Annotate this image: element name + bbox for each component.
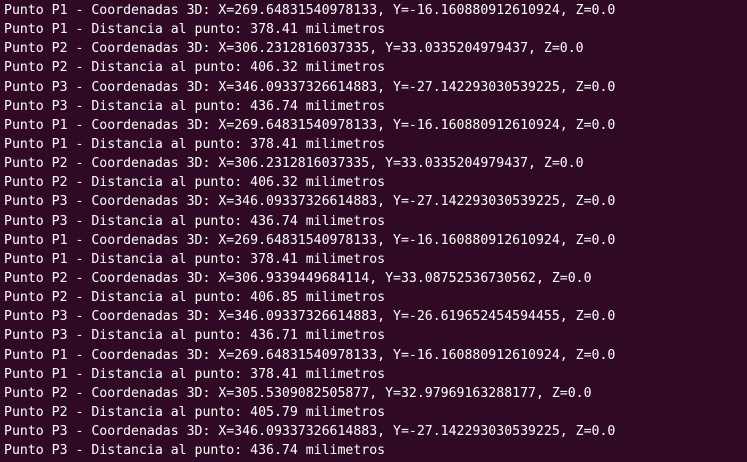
terminal-line: Punto P3 - Coordenadas 3D: X=346.0933732… bbox=[4, 309, 616, 325]
terminal-line: Punto P2 - Coordenadas 3D: X=305.5309082… bbox=[4, 385, 592, 401]
terminal-line: Punto P1 - Coordenadas 3D: X=269.6483154… bbox=[4, 3, 616, 18]
terminal-line: Punto P3 - Distancia al punto: 436.74 mi… bbox=[4, 98, 386, 114]
terminal-line: Punto P2 - Coordenadas 3D: X=306.2312816… bbox=[4, 156, 584, 172]
terminal-line: Punto P2 - Distancia al punto: 406.85 mi… bbox=[4, 290, 386, 306]
terminal-line: Punto P2 - Distancia al punto: 406.32 mi… bbox=[4, 175, 386, 191]
terminal-line: Punto P1 - Coordenadas 3D: X=269.6483154… bbox=[4, 347, 616, 363]
terminal-line: Punto P2 - Distancia al punto: 406.32 mi… bbox=[4, 60, 386, 76]
terminal-line: Punto P2 - Coordenadas 3D: X=306.9339449… bbox=[4, 270, 592, 286]
terminal-line: Punto P3 - Coordenadas 3D: X=346.0933732… bbox=[4, 79, 616, 95]
terminal-line: Punto P1 - Distancia al punto: 378.41 mi… bbox=[4, 251, 386, 267]
terminal-line: Punto P2 - Coordenadas 3D: X=306.2312816… bbox=[4, 41, 584, 57]
terminal-line: Punto P1 - Distancia al punto: 378.41 mi… bbox=[4, 366, 386, 382]
terminal-line: Punto P3 - Distancia al punto: 436.71 mi… bbox=[4, 328, 386, 344]
terminal-line: Punto P1 - Coordenadas 3D: X=269.6483154… bbox=[4, 232, 616, 248]
terminal-line: Punto P1 - Coordenadas 3D: X=269.6483154… bbox=[4, 117, 616, 133]
terminal-output[interactable]: Punto P1 - Coordenadas 3D: X=269.6483154… bbox=[0, 0, 747, 462]
terminal-line: Punto P3 - Coordenadas 3D: X=346.0933732… bbox=[4, 194, 616, 210]
terminal-line: Punto P1 - Distancia al punto: 378.41 mi… bbox=[4, 136, 386, 152]
terminal-line: Punto P3 - Distancia al punto: 436.74 mi… bbox=[4, 443, 386, 459]
terminal-line: Punto P3 - Coordenadas 3D: X=346.0933732… bbox=[4, 424, 616, 440]
terminal-line: Punto P2 - Distancia al punto: 405.79 mi… bbox=[4, 404, 386, 420]
terminal-line: Punto P3 - Distancia al punto: 436.74 mi… bbox=[4, 213, 386, 229]
terminal-line: Punto P1 - Distancia al punto: 378.41 mi… bbox=[4, 22, 386, 38]
